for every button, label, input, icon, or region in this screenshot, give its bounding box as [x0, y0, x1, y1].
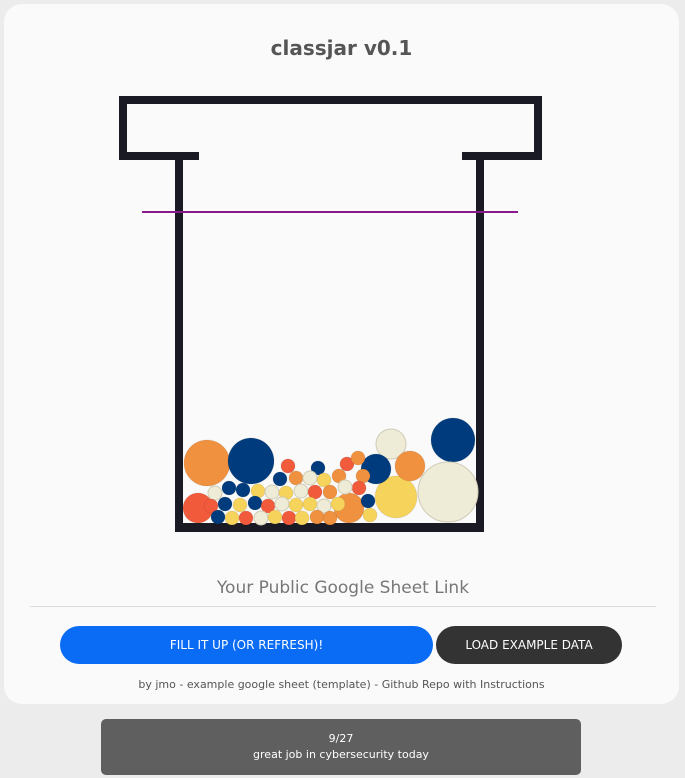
marble	[362, 507, 378, 523]
marble	[337, 479, 353, 495]
fill-it-up-button[interactable]: FILL IT UP (OR REFRESH)!	[60, 626, 433, 664]
status-toast: 9/27 great job in cybersecurity today	[101, 719, 581, 775]
marble	[227, 437, 275, 485]
example-sheet-link[interactable]: example google sheet (template)	[187, 678, 371, 691]
marble	[288, 497, 304, 513]
marble	[232, 497, 248, 513]
marble	[281, 510, 297, 526]
marble	[302, 496, 318, 512]
marble	[224, 510, 240, 526]
marble	[294, 510, 310, 526]
marble	[210, 509, 226, 525]
credits-separator: -	[175, 678, 187, 691]
marble	[217, 496, 233, 512]
toast-count: 9/27	[328, 732, 354, 745]
credits-separator: -	[370, 678, 382, 691]
marble	[235, 482, 251, 498]
credits-author: by jmo	[138, 678, 176, 691]
marble	[280, 458, 296, 474]
marbles	[182, 417, 479, 526]
marble	[288, 470, 304, 486]
jar-outline	[119, 96, 542, 532]
marble	[272, 471, 288, 487]
marble	[274, 496, 290, 512]
marble	[247, 495, 263, 511]
marble	[309, 509, 325, 525]
marble	[267, 509, 283, 525]
marble	[360, 493, 376, 509]
github-repo-link[interactable]: Github Repo with Instructions	[382, 678, 545, 691]
marble	[302, 470, 318, 486]
marble	[264, 484, 280, 500]
jar-canvas	[119, 96, 542, 532]
marble	[350, 450, 366, 466]
marble	[430, 417, 476, 463]
load-example-data-button[interactable]: LOAD EXAMPLE DATA	[436, 626, 622, 664]
marble	[351, 480, 367, 496]
marble	[207, 485, 223, 501]
marble	[322, 484, 338, 500]
marble	[330, 496, 346, 512]
marble	[183, 439, 231, 487]
marble	[293, 483, 309, 499]
toast-message: great job in cybersecurity today	[253, 748, 429, 761]
credits-line: by jmo - example google sheet (template)…	[4, 678, 679, 691]
marble	[417, 461, 479, 523]
google-sheet-link-input[interactable]	[30, 570, 656, 607]
marble	[394, 450, 426, 482]
marble	[253, 510, 269, 526]
marble	[238, 510, 254, 526]
main-card: classjar v0.1 FILL IT UP (OR REFRESH)! L…	[4, 4, 679, 704]
marble	[221, 480, 237, 496]
marble	[322, 510, 338, 526]
